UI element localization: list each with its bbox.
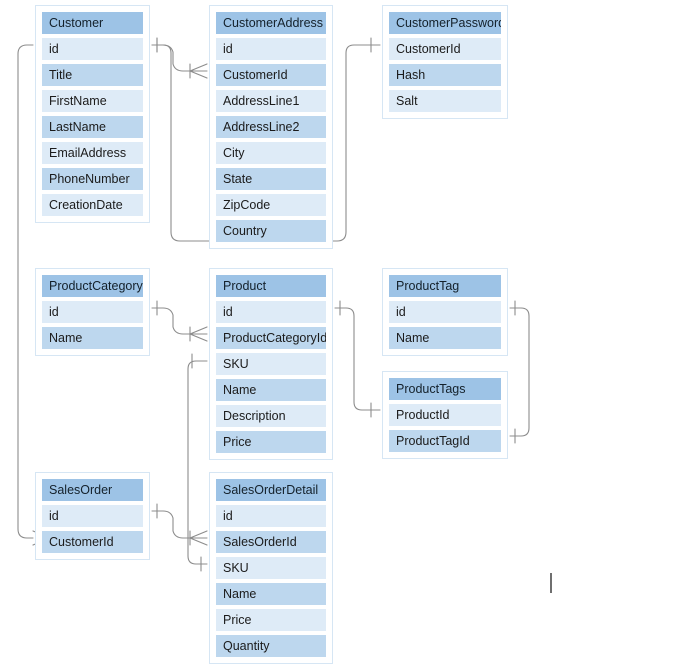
entity-field-sales-order-detail-sku[interactable]: SKU — [216, 557, 326, 579]
entity-field-product-name[interactable]: Name — [216, 379, 326, 401]
entity-field-product-category-name[interactable]: Name — [42, 327, 143, 349]
entity-field-product-productcategoryid[interactable]: ProductCategoryId — [216, 327, 326, 349]
entity-field-customer-address-addressline2[interactable]: AddressLine2 — [216, 116, 326, 138]
entity-table-customer[interactable]: Customer id Title FirstName LastName EmailAdd… — [35, 5, 150, 223]
entity-field-customer-password-salt[interactable]: Salt — [389, 90, 501, 112]
er-diagram-canvas: Customer id Title FirstName LastName EmailAdd… — [0, 0, 686, 664]
entity-table-product-tags[interactable]: ProductTags ProductId ProductTagId — [382, 371, 508, 459]
text-caret — [550, 573, 552, 593]
entity-title-product-tag: ProductTag — [389, 275, 501, 297]
entity-field-product-description[interactable]: Description — [216, 405, 326, 427]
entity-field-product-tags-producttagid[interactable]: ProductTagId — [389, 430, 501, 452]
entity-field-product-tag-id[interactable]: id — [389, 301, 501, 323]
entity-title-customer-address: CustomerAddress — [216, 12, 326, 34]
entity-field-customer-id[interactable]: id — [42, 38, 143, 60]
entity-table-product-tag[interactable]: ProductTag id Name — [382, 268, 508, 356]
entity-table-customer-password[interactable]: CustomerPassword CustomerId Hash Salt — [382, 5, 508, 119]
entity-title-customer: Customer — [42, 12, 143, 34]
entity-table-sales-order[interactable]: SalesOrder id CustomerId — [35, 472, 150, 560]
entity-field-product-tag-name[interactable]: Name — [389, 327, 501, 349]
entity-field-product-price[interactable]: Price — [216, 431, 326, 453]
connector-product-to-producttags — [334, 300, 381, 418]
connector-product-to-salesorderdetail — [187, 353, 208, 572]
entity-field-product-id[interactable]: id — [216, 301, 326, 323]
entity-field-customer-address-country[interactable]: Country — [216, 220, 326, 242]
entity-title-sales-order-detail: SalesOrderDetail — [216, 479, 326, 501]
entity-title-product-category: ProductCategory — [42, 275, 143, 297]
entity-field-sales-order-customerid[interactable]: CustomerId — [42, 531, 143, 553]
entity-field-customer-firstname[interactable]: FirstName — [42, 90, 143, 112]
entity-field-customer-title[interactable]: Title — [42, 64, 143, 86]
entity-field-sales-order-detail-quantity[interactable]: Quantity — [216, 635, 326, 657]
entity-title-customer-password: CustomerPassword — [389, 12, 501, 34]
entity-field-customer-creationdate[interactable]: CreationDate — [42, 194, 143, 216]
entity-field-customer-address-zipcode[interactable]: ZipCode — [216, 194, 326, 216]
entity-field-customer-address-addressline1[interactable]: AddressLine1 — [216, 90, 326, 112]
entity-field-customer-password-hash[interactable]: Hash — [389, 64, 501, 86]
connector-producttag-to-producttags — [509, 300, 530, 444]
entity-field-customer-address-state[interactable]: State — [216, 168, 326, 190]
entity-field-sales-order-detail-id[interactable]: id — [216, 505, 326, 527]
entity-table-sales-order-detail[interactable]: SalesOrderDetail id SalesOrderId SKU Name Pri… — [209, 472, 333, 664]
entity-title-sales-order: SalesOrder — [42, 479, 143, 501]
entity-field-sales-order-detail-price[interactable]: Price — [216, 609, 326, 631]
entity-field-customer-password-customerid[interactable]: CustomerId — [389, 38, 501, 60]
entity-field-customer-phonenumber[interactable]: PhoneNumber — [42, 168, 143, 190]
entity-field-customer-emailaddress[interactable]: EmailAddress — [42, 142, 143, 164]
entity-field-customer-address-id[interactable]: id — [216, 38, 326, 60]
entity-field-customer-lastname[interactable]: LastName — [42, 116, 143, 138]
connector-salesorder-to-salesorderdetail — [151, 503, 208, 546]
entity-field-sales-order-detail-salesorderid[interactable]: SalesOrderId — [216, 531, 326, 553]
entity-table-product-category[interactable]: ProductCategory id Name — [35, 268, 150, 356]
entity-table-customer-address[interactable]: CustomerAddress id CustomerId AddressLine1 A… — [209, 5, 333, 249]
entity-table-product[interactable]: Product id ProductCategoryId SKU Name Descrip… — [209, 268, 333, 460]
entity-field-product-tags-productid[interactable]: ProductId — [389, 404, 501, 426]
entity-title-product-tags: ProductTags — [389, 378, 501, 400]
connector-productcategory-to-product — [151, 300, 208, 342]
entity-field-customer-address-city[interactable]: City — [216, 142, 326, 164]
connector-customer-to-customeraddress — [151, 37, 208, 79]
entity-title-product: Product — [216, 275, 326, 297]
entity-field-sales-order-id[interactable]: id — [42, 505, 143, 527]
entity-field-product-sku[interactable]: SKU — [216, 353, 326, 375]
entity-field-customer-address-customerid[interactable]: CustomerId — [216, 64, 326, 86]
entity-field-sales-order-detail-name[interactable]: Name — [216, 583, 326, 605]
entity-field-product-category-id[interactable]: id — [42, 301, 143, 323]
